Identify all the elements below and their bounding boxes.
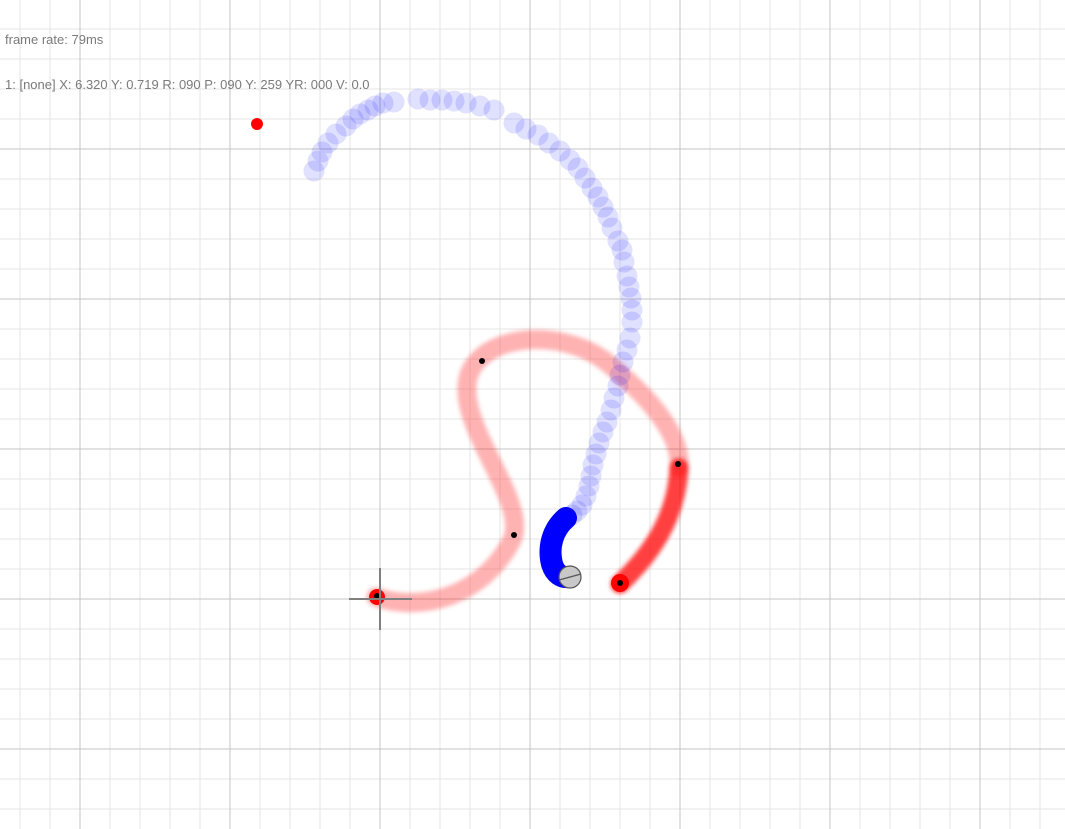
frame-rate-value: 79ms [71, 32, 104, 47]
waypoint-dot-icon[interactable] [511, 532, 517, 538]
simulation-canvas[interactable] [0, 0, 1065, 829]
crosshair-icon [349, 568, 412, 630]
waypoint-dot-icon[interactable] [675, 461, 681, 467]
target-dot-icon[interactable] [251, 118, 263, 130]
frame-rate-readout: frame rate: 79ms [5, 32, 370, 47]
trail-sample-dot [383, 91, 405, 113]
waypoint-dot-icon[interactable] [617, 580, 623, 586]
robot-status-readout: 1: [none] X: 6.320 Y: 0.719 R: 090 P: 09… [5, 77, 370, 92]
trail-sample-dot [483, 99, 505, 121]
planned-path [366, 330, 689, 612]
robot-trail [303, 88, 643, 526]
hud-overlay: frame rate: 79ms 1: [none] X: 6.320 Y: 0… [5, 2, 370, 107]
waypoint-dot-icon[interactable] [479, 358, 485, 364]
frame-rate-label: frame rate: [5, 32, 68, 47]
robot-marker-icon[interactable] [558, 565, 582, 589]
